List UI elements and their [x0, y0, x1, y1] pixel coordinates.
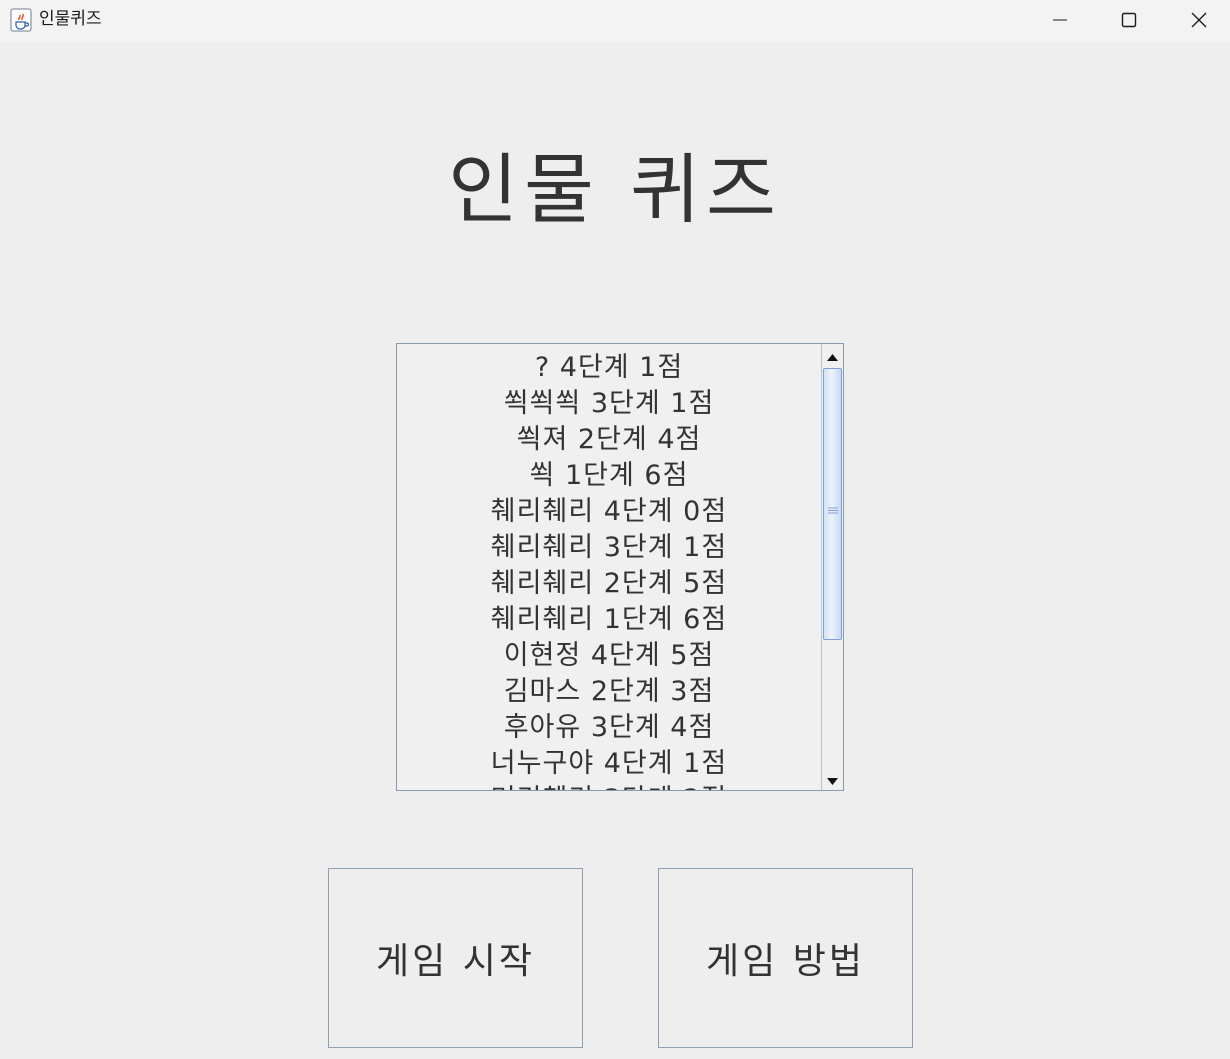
list-item[interactable]: ? 4단계 1점 [397, 350, 821, 386]
list-item[interactable]: 췌리췌리 1단계 6점 [397, 602, 821, 638]
scroll-up-button[interactable] [822, 344, 843, 366]
list-item[interactable]: 후아유 3단계 4점 [397, 710, 821, 746]
list-item[interactable]: 머리췌리 3단계 2점 [397, 782, 821, 790]
start-game-button[interactable]: 게임 시작 [328, 868, 583, 1048]
close-button[interactable] [1176, 0, 1222, 40]
list-item[interactable]: 이현정 4단계 5점 [397, 638, 821, 674]
java-cup-icon[interactable] [10, 8, 32, 32]
page-title: 인물 퀴즈 [448, 145, 782, 234]
minimize-button[interactable] [1037, 0, 1083, 40]
list-item[interactable]: 김마스 2단계 3점 [397, 674, 821, 710]
grip-icon [828, 499, 838, 514]
score-list-items: ? 4단계 1점 쐭쐭쐭 3단계 1점 쐭져 2단계 4점 쐭 1단계 6점 췌… [397, 350, 821, 790]
app-window: 인물퀴즈 인물 퀴즈 ? 4단계 1점 쐭쐭쐭 3단계 1점 쐭져 2단계 4점… [0, 0, 1230, 1059]
arrow-up-icon [827, 346, 838, 365]
close-icon [1191, 12, 1207, 28]
list-item[interactable]: 쐭져 2단계 4점 [397, 422, 821, 458]
minimize-icon [1052, 12, 1068, 28]
arrow-down-icon [827, 770, 838, 789]
window-title: 인물퀴즈 [39, 9, 102, 29]
score-list[interactable]: ? 4단계 1점 쐭쐭쐭 3단계 1점 쐭져 2단계 4점 쐭 1단계 6점 췌… [396, 343, 844, 791]
list-item[interactable]: 쐭 1단계 6점 [397, 458, 821, 494]
score-list-viewport[interactable]: ? 4단계 1점 쐭쐭쐭 3단계 1점 쐭져 2단계 4점 쐭 1단계 6점 췌… [397, 344, 821, 790]
maximize-icon [1121, 12, 1137, 28]
list-item[interactable]: 너누구야 4단계 1점 [397, 746, 821, 782]
scroll-down-button[interactable] [822, 768, 843, 790]
vertical-scrollbar[interactable] [821, 344, 843, 790]
list-item[interactable]: 췌리췌리 2단계 5점 [397, 566, 821, 602]
list-item[interactable]: 췌리췌리 4단계 0점 [397, 494, 821, 530]
title-bar[interactable]: 인물퀴즈 [0, 0, 1230, 42]
scroll-thumb[interactable] [823, 368, 842, 640]
maximize-button[interactable] [1106, 0, 1152, 40]
how-to-play-button[interactable]: 게임 방법 [658, 868, 913, 1048]
list-item[interactable]: 쐭쐭쐭 3단계 1점 [397, 386, 821, 422]
list-item[interactable]: 췌리췌리 3단계 1점 [397, 530, 821, 566]
